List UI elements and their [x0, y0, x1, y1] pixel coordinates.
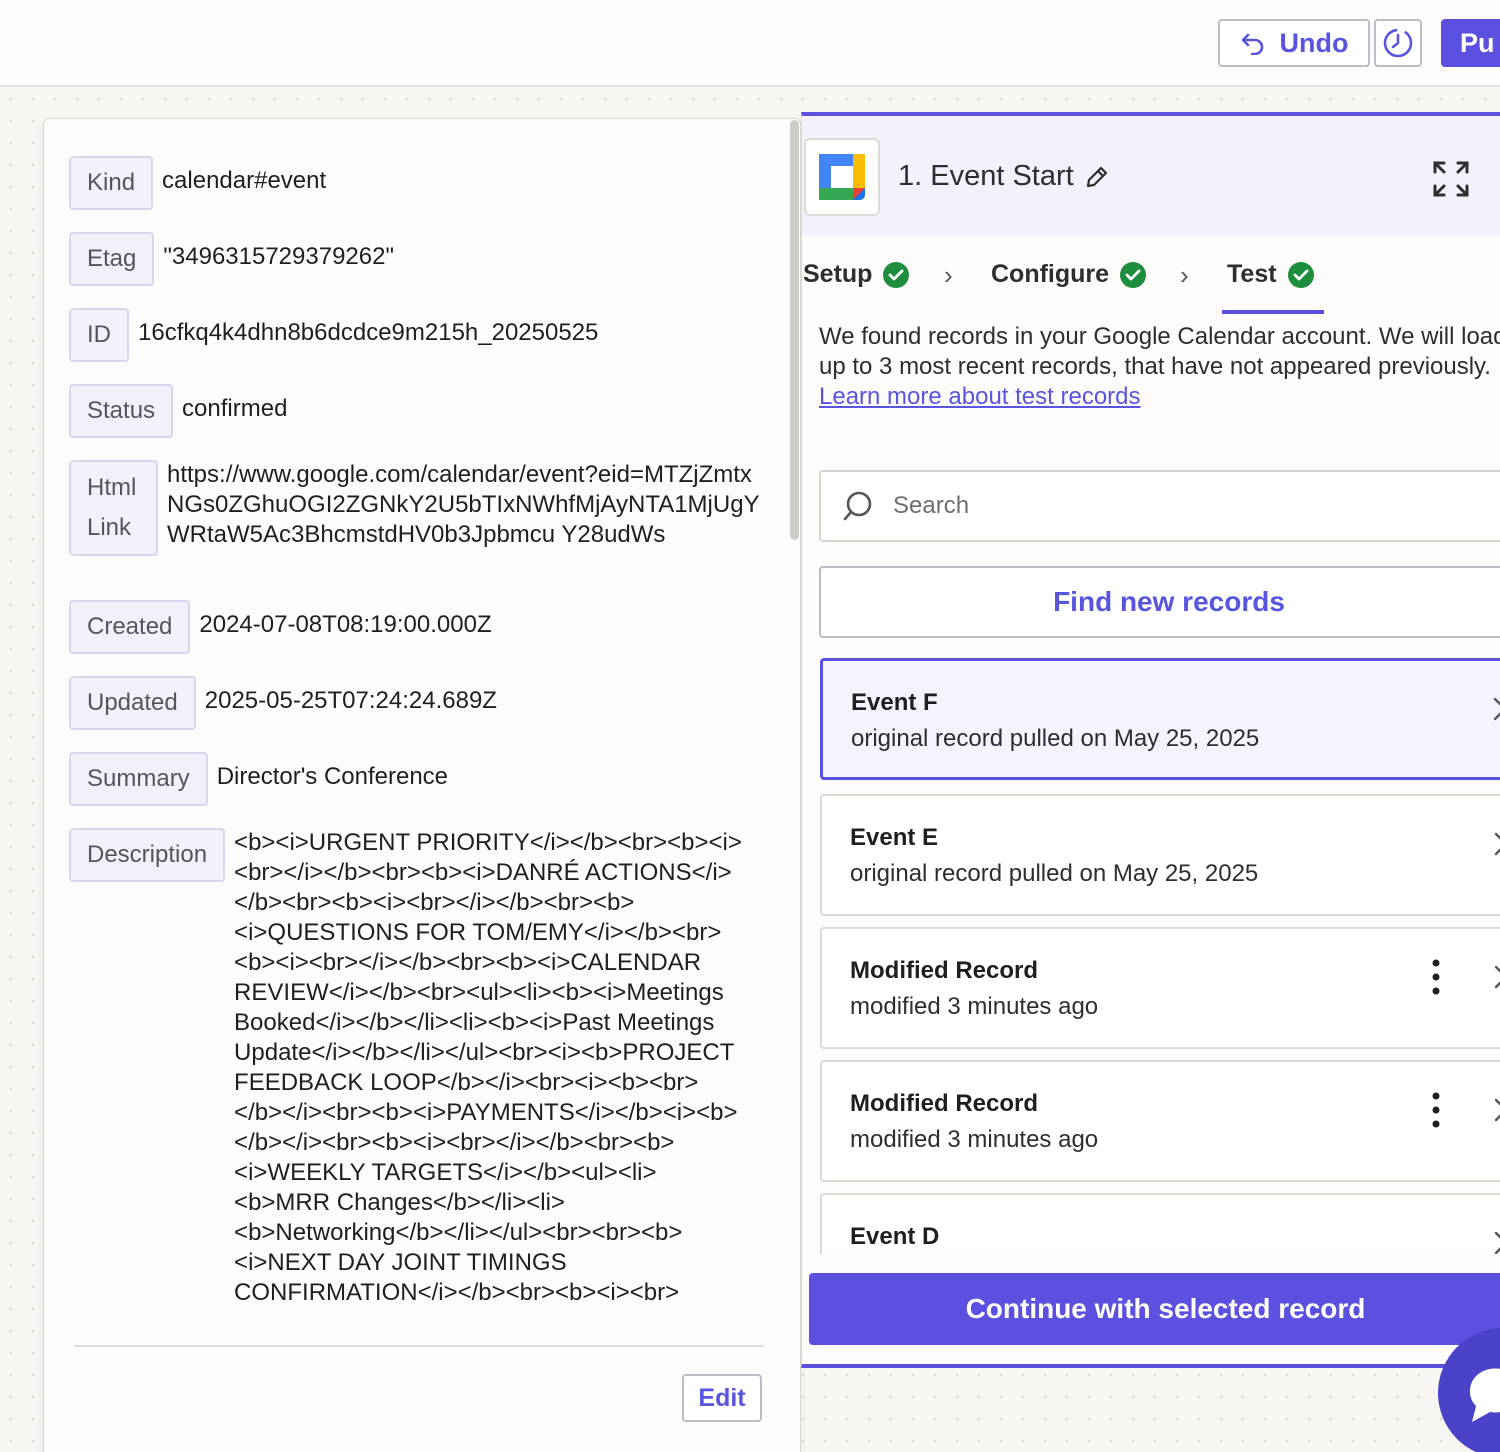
tab-configure[interactable]: Configure: [991, 260, 1147, 289]
field-value: "3496315729379262": [163, 243, 394, 270]
field-label: Updated: [69, 676, 196, 730]
search-icon: [843, 491, 872, 521]
field-html-link: Html Link https://www.google.com/calenda…: [69, 460, 768, 556]
field-label: Html Link: [69, 460, 158, 556]
record-subtitle: modified 3 minutes ago: [850, 1126, 1099, 1153]
record-item[interactable]: Modified Record modified 3 minutes ago: [820, 1060, 1500, 1182]
record-item[interactable]: Modified Record modified 3 minutes ago: [820, 927, 1500, 1049]
edit-pencil-icon[interactable]: [1084, 164, 1110, 190]
record-item[interactable]: Event F original record pulled on May 25…: [820, 658, 1500, 780]
field-value: calendar#event: [162, 167, 327, 194]
google-calendar-icon: [819, 154, 865, 200]
field-label: Summary: [69, 752, 208, 806]
record-title: Modified Record: [850, 1090, 1039, 1117]
field-label: ID: [69, 308, 129, 362]
chevron-right-icon: [1493, 697, 1500, 721]
field-etag: Etag "3496315729379262": [69, 232, 394, 286]
record-subtitle: original record pulled on May 25, 2025: [851, 725, 1260, 752]
undo-icon: [1241, 33, 1263, 55]
search-input[interactable]: [893, 492, 1453, 520]
intro-message: We found records in your Google Calendar…: [819, 323, 1500, 380]
top-bar: Undo Pu: [0, 0, 1500, 87]
field-value: 2025-05-25T07:24:24.689Z: [204, 687, 497, 714]
tab-label: Setup: [803, 260, 873, 288]
field-value: confirmed: [182, 395, 288, 422]
record-subtitle: original record pulled on May 25, 2025: [850, 860, 1259, 887]
field-label: Status: [69, 384, 174, 438]
record-title: Event E: [850, 824, 939, 851]
field-updated: Updated 2025-05-25T07:24:24.689Z: [69, 676, 497, 730]
expand-button[interactable]: [1432, 160, 1470, 203]
step-tabs: Setup › Configure › Test: [802, 240, 1500, 316]
field-label: Created: [69, 600, 191, 654]
history-icon: [1383, 28, 1413, 58]
records-list: Event F original record pulled on May 25…: [802, 654, 1500, 1254]
field-label: Etag: [69, 232, 155, 286]
check-circle-icon: [1287, 261, 1314, 288]
search-field[interactable]: [819, 470, 1500, 542]
check-circle-icon: [883, 261, 910, 288]
record-title: Event F: [851, 689, 938, 716]
field-status: Status confirmed: [69, 384, 287, 438]
step-header: 1. Event Start: [802, 116, 1500, 236]
field-id: ID 16cfkq4k4dhn8b6dcdce9m215h_20250525: [69, 308, 598, 362]
tab-setup[interactable]: Setup: [803, 260, 910, 289]
field-label: Kind: [69, 156, 154, 210]
record-title: Event D: [850, 1223, 940, 1250]
intro-text: We found records in your Google Calendar…: [819, 322, 1500, 412]
record-item[interactable]: Event E original record pulled on May 25…: [820, 794, 1500, 916]
undo-label: Undo: [1279, 27, 1349, 58]
record-item[interactable]: Event D: [820, 1193, 1500, 1254]
chevron-right-icon: [1494, 1098, 1500, 1122]
publish-button[interactable]: Pu: [1441, 19, 1500, 67]
more-vertical-icon[interactable]: [1426, 1090, 1446, 1130]
continue-button[interactable]: Continue with selected record: [809, 1273, 1500, 1345]
expand-icon: [1433, 161, 1469, 197]
field-created: Created 2024-07-08T08:19:00.000Z: [69, 600, 492, 654]
chevron-right-icon: [1494, 832, 1500, 856]
scrollbar[interactable]: [790, 120, 799, 540]
record-subtitle: modified 3 minutes ago: [850, 993, 1099, 1020]
edit-button[interactable]: Edit: [682, 1374, 762, 1422]
field-value: Director's Conference: [216, 763, 449, 790]
check-circle-icon: [1120, 261, 1147, 288]
tab-label: Configure: [991, 260, 1110, 288]
undo-button[interactable]: Undo: [1218, 19, 1370, 67]
step-title[interactable]: 1. Event Start: [898, 160, 1110, 193]
app-icon: [804, 138, 880, 216]
field-description: Description <b><i>URGENT PRIORITY</i></b…: [69, 828, 745, 1345]
step-panel: 1. Event Start Setup › Configure › Test …: [801, 112, 1500, 1368]
record-title: Modified Record: [850, 957, 1039, 984]
field-value: 16cfkq4k4dhn8b6dcdce9m215h_20250525: [138, 319, 599, 346]
find-new-records-button[interactable]: Find new records: [819, 566, 1500, 638]
tab-label: Test: [1227, 260, 1277, 288]
chat-icon: [1469, 1368, 1500, 1422]
field-value: <b><i>URGENT PRIORITY</i></b><br><b><i><…: [234, 829, 742, 1306]
event-details-panel: Kind calendar#event Etag "34963157293792…: [43, 118, 801, 1452]
history-button[interactable]: [1374, 19, 1422, 67]
field-summary: Summary Director's Conference: [69, 752, 448, 806]
field-label: Description: [69, 828, 226, 882]
step-title-text: 1. Event Start: [898, 160, 1074, 192]
chevron-right-icon: ›: [1180, 260, 1189, 290]
chevron-right-icon: [1494, 1231, 1500, 1254]
tab-test[interactable]: Test: [1227, 260, 1315, 289]
chevron-right-icon: [1494, 965, 1500, 989]
field-value: 2024-07-08T08:19:00.000Z: [199, 611, 492, 638]
chevron-right-icon: ›: [944, 260, 953, 290]
divider: [74, 1345, 764, 1347]
learn-more-link[interactable]: Learn more about test records: [819, 382, 1500, 412]
more-vertical-icon[interactable]: [1426, 957, 1446, 997]
field-kind: Kind calendar#event: [69, 156, 326, 210]
field-value[interactable]: https://www.google.com/calendar/event?ei…: [158, 460, 768, 550]
active-tab-indicator: [1222, 310, 1324, 314]
